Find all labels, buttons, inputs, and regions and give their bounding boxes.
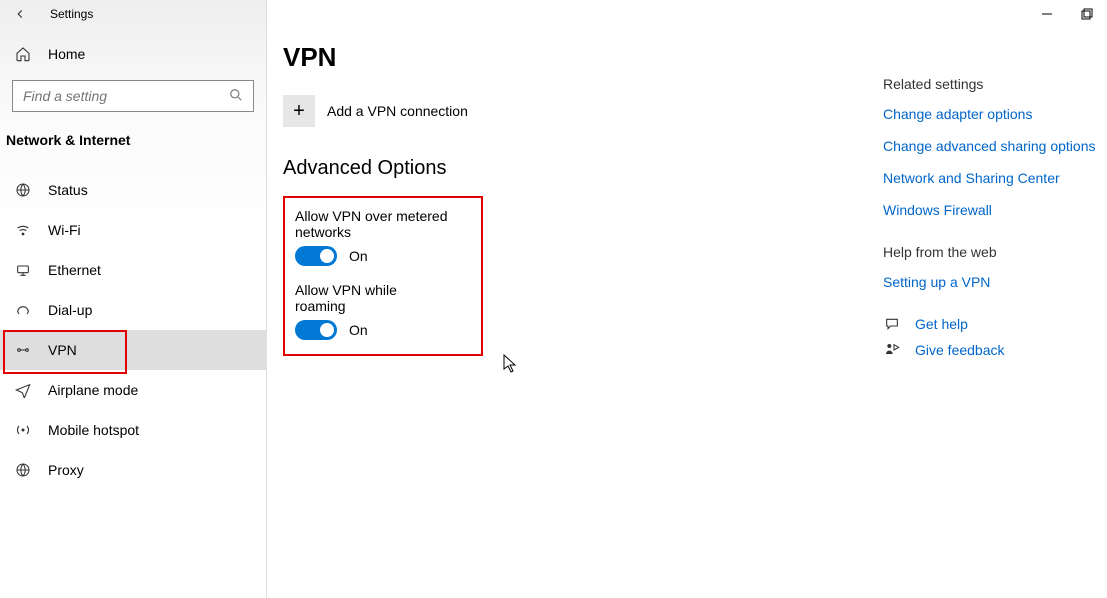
home-label: Home: [48, 46, 85, 62]
search-input[interactable]: [23, 88, 229, 104]
sidebar-item-vpn[interactable]: VPN: [0, 330, 266, 370]
toggle-state: On: [349, 248, 368, 264]
search-icon: [229, 88, 243, 105]
link-help-vpn[interactable]: Setting up a VPN: [883, 274, 1103, 290]
sidebar-home[interactable]: Home: [0, 34, 266, 74]
titlebar: Settings: [0, 0, 266, 28]
sidebar-nav-list: Status Wi-Fi Ethernet Dial-up VPN: [0, 170, 266, 490]
back-button[interactable]: [10, 4, 30, 24]
sidebar-item-proxy[interactable]: Proxy: [0, 450, 266, 490]
sidebar-item-dialup[interactable]: Dial-up: [0, 290, 266, 330]
add-vpn-label: Add a VPN connection: [327, 103, 468, 119]
proxy-icon: [14, 462, 32, 478]
page-title: VPN: [283, 42, 843, 73]
vpn-icon: [14, 342, 32, 358]
sidebar-item-status[interactable]: Status: [0, 170, 266, 210]
sidebar-item-label: Airplane mode: [48, 382, 138, 398]
link-sharing-options[interactable]: Change advanced sharing options: [883, 138, 1103, 154]
home-icon: [14, 46, 32, 62]
status-icon: [14, 182, 32, 198]
app-title: Settings: [50, 7, 93, 21]
sidebar-item-label: Wi-Fi: [48, 222, 81, 238]
annotation-highlight: Allow VPN over metered networks On Allow…: [283, 196, 483, 356]
right-panel: Related settings Change adapter options …: [883, 34, 1103, 384]
feedback-icon: [883, 342, 901, 358]
setting-label: Allow VPN while roaming: [295, 282, 451, 314]
window-controls: [1027, 0, 1107, 28]
sidebar-item-label: Proxy: [48, 462, 84, 478]
sidebar-item-label: Mobile hotspot: [48, 422, 139, 438]
setting-metered: Allow VPN over metered networks On: [295, 208, 451, 266]
settings-content: VPN + Add a VPN connection Advanced Opti…: [283, 34, 843, 384]
feedback-row[interactable]: Give feedback: [883, 342, 1103, 358]
chat-icon: [883, 316, 901, 332]
main-area: VPN + Add a VPN connection Advanced Opti…: [267, 0, 1107, 598]
help-heading: Help from the web: [883, 244, 1103, 260]
add-vpn-button[interactable]: + Add a VPN connection: [283, 95, 843, 127]
get-help-row[interactable]: Get help: [883, 316, 1103, 332]
sidebar-item-label: Status: [48, 182, 88, 198]
ethernet-icon: [14, 262, 32, 278]
link-firewall[interactable]: Windows Firewall: [883, 202, 1103, 218]
link-get-help[interactable]: Get help: [915, 316, 968, 332]
sidebar-item-hotspot[interactable]: Mobile hotspot: [0, 410, 266, 450]
sidebar-item-airplane[interactable]: Airplane mode: [0, 370, 266, 410]
sidebar-item-wifi[interactable]: Wi-Fi: [0, 210, 266, 250]
dialup-icon: [14, 302, 32, 318]
sidebar-item-label: VPN: [48, 342, 77, 358]
toggle-roaming[interactable]: [295, 320, 337, 340]
sidebar: Settings Home Network & Internet Status …: [0, 0, 267, 598]
wifi-icon: [14, 222, 32, 238]
link-feedback[interactable]: Give feedback: [915, 342, 1005, 358]
airplane-icon: [14, 382, 32, 398]
search-box[interactable]: [12, 80, 254, 112]
link-adapter-options[interactable]: Change adapter options: [883, 106, 1103, 122]
setting-roaming: Allow VPN while roaming On: [295, 282, 451, 340]
minimize-button[interactable]: [1027, 0, 1067, 28]
maximize-button[interactable]: [1067, 0, 1107, 28]
toggle-metered[interactable]: [295, 246, 337, 266]
sidebar-section-heading: Network & Internet: [0, 126, 266, 160]
link-network-center[interactable]: Network and Sharing Center: [883, 170, 1103, 186]
sidebar-item-label: Dial-up: [48, 302, 92, 318]
plus-icon: +: [283, 95, 315, 127]
related-heading: Related settings: [883, 76, 1103, 92]
advanced-heading: Advanced Options: [283, 157, 843, 180]
toggle-state: On: [349, 322, 368, 338]
hotspot-icon: [14, 422, 32, 438]
sidebar-item-label: Ethernet: [48, 262, 101, 278]
sidebar-item-ethernet[interactable]: Ethernet: [0, 250, 266, 290]
setting-label: Allow VPN over metered networks: [295, 208, 451, 240]
